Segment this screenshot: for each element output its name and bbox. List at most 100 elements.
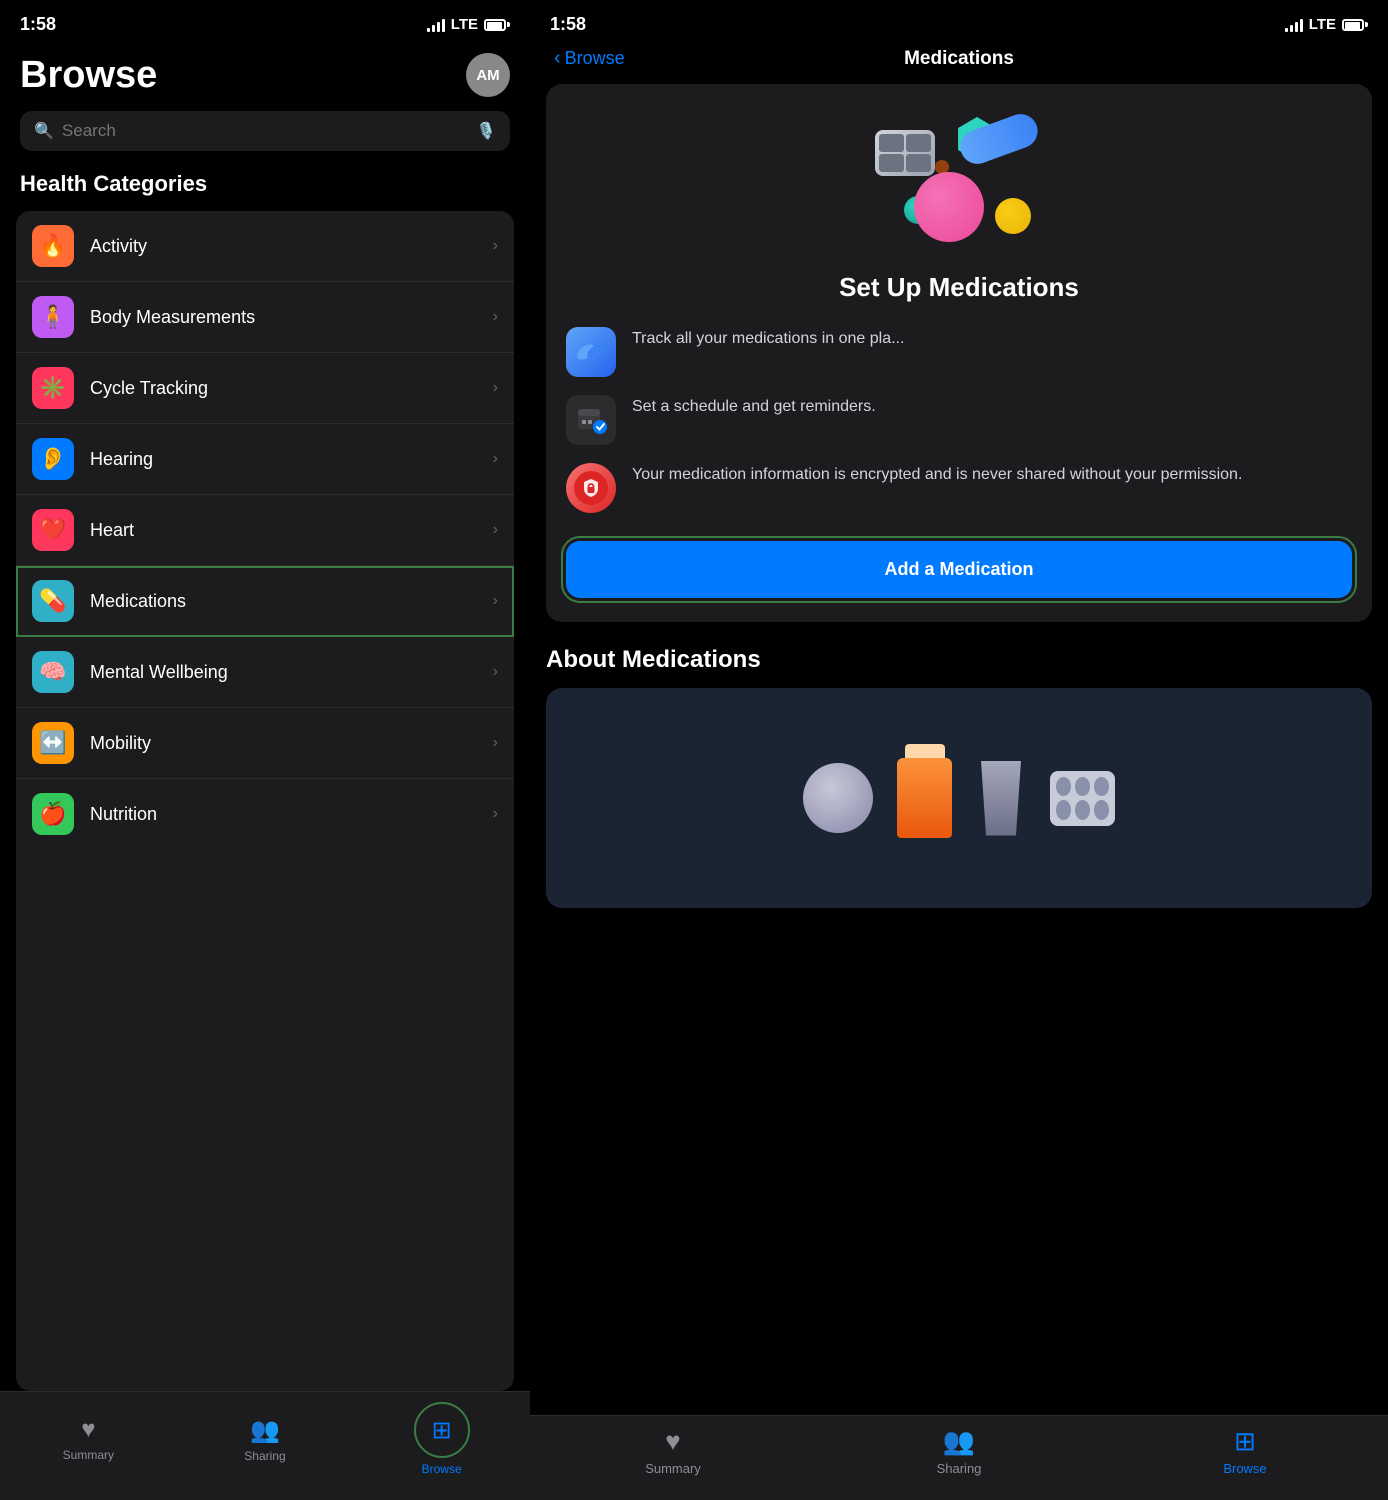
search-input[interactable]	[62, 121, 468, 141]
medications-icon: 💊	[32, 580, 74, 622]
signal-icon-right	[1285, 18, 1303, 32]
add-medication-button[interactable]: Add a Medication	[566, 541, 1352, 598]
about-item-sun	[803, 763, 873, 833]
heart-icon: ❤️	[32, 509, 74, 551]
tab-label-browse-right: Browse	[1223, 1461, 1266, 1476]
chevron-icon-cycle-tracking: ›	[493, 379, 498, 397]
tab-label-summary-right: Summary	[645, 1461, 701, 1476]
page-title-left: Browse	[20, 54, 157, 97]
chevron-icon-hearing: ›	[493, 450, 498, 468]
back-button[interactable]: ‹ Browse	[554, 47, 625, 70]
sidebar-item-medications[interactable]: 💊 Medications ›	[16, 566, 514, 637]
status-bar-left: 1:58 LTE	[0, 0, 530, 43]
right-content: Set Up Medications Track all your medica…	[530, 84, 1388, 1415]
feature-text-privacy: Your medication information is encrypted…	[632, 463, 1352, 487]
medicine-bottle-icon	[897, 758, 952, 838]
category-label-body-measurements: Body Measurements	[90, 307, 493, 328]
browse-tab-icon-right: ⊞	[1234, 1426, 1256, 1457]
back-label: Browse	[565, 48, 625, 69]
sidebar-item-mobility[interactable]: ↔️ Mobility ›	[16, 708, 514, 779]
about-item-pill-pack	[1050, 771, 1115, 826]
about-item-bottle	[897, 758, 952, 838]
feature-list: Track all your medications in one pla...	[566, 327, 1352, 513]
sidebar-item-activity[interactable]: 🔥 Activity ›	[16, 211, 514, 282]
yellow-pill-icon	[995, 198, 1031, 234]
health-categories-heading: Health Categories	[0, 171, 530, 211]
category-label-heart: Heart	[90, 520, 493, 541]
tablet-icon	[875, 130, 935, 176]
tab-label-sharing-left: Sharing	[244, 1449, 285, 1463]
sidebar-item-body-measurements[interactable]: 🧍 Body Measurements ›	[16, 282, 514, 353]
chevron-icon-mobility: ›	[493, 734, 498, 752]
nutrition-icon: 🍎	[32, 793, 74, 835]
status-icons-right: LTE	[1285, 16, 1368, 33]
hearing-icon: 👂	[32, 438, 74, 480]
sharing-tab-icon-right: 👥	[943, 1426, 975, 1457]
feature-item-privacy: Your medication information is encrypted…	[566, 463, 1352, 513]
feature-item-track: Track all your medications in one pla...	[566, 327, 1352, 377]
tab-summary-right[interactable]: ♥ Summary	[623, 1426, 723, 1476]
category-label-mental-wellbeing: Mental Wellbeing	[90, 662, 493, 683]
category-label-mobility: Mobility	[90, 733, 493, 754]
sidebar-item-nutrition[interactable]: 🍎 Nutrition ›	[16, 779, 514, 849]
tab-summary-left[interactable]: ♥ Summary	[53, 1416, 123, 1462]
time-left: 1:58	[20, 14, 56, 35]
left-panel: 1:58 LTE Browse AM 🔍 🎙️ Health Categorie…	[0, 0, 530, 1500]
search-bar[interactable]: 🔍 🎙️	[20, 111, 510, 151]
chevron-icon-mental-wellbeing: ›	[493, 663, 498, 681]
tab-browse-left[interactable]: ⊞ Browse	[407, 1402, 477, 1476]
tab-bar-right: ♥ Summary 👥 Sharing ⊞ Browse	[530, 1415, 1388, 1500]
back-chevron-icon: ‹	[554, 47, 561, 70]
sidebar-item-hearing[interactable]: 👂 Hearing ›	[16, 424, 514, 495]
setup-title: Set Up Medications	[839, 272, 1079, 303]
body-measurements-icon: 🧍	[32, 296, 74, 338]
heart-tab-icon-left: ♥	[81, 1416, 95, 1444]
signal-icon-left	[427, 18, 445, 32]
sun-icon	[803, 763, 873, 833]
category-label-nutrition: Nutrition	[90, 804, 493, 825]
sidebar-item-mental-wellbeing[interactable]: 🧠 Mental Wellbeing ›	[16, 637, 514, 708]
sidebar-item-heart[interactable]: ❤️ Heart ›	[16, 495, 514, 566]
cycle-tracking-icon: ✳️	[32, 367, 74, 409]
about-medications-card	[546, 688, 1372, 908]
about-item-glass	[976, 761, 1026, 836]
browse-tab-icon-left: ⊞	[414, 1402, 470, 1458]
pill-pack-icon	[1050, 771, 1115, 826]
network-label-right: LTE	[1309, 16, 1336, 33]
avatar[interactable]: AM	[466, 53, 510, 97]
mobility-icon: ↔️	[32, 722, 74, 764]
mental-wellbeing-icon: 🧠	[32, 651, 74, 693]
header-left: Browse AM	[0, 43, 530, 111]
feature-text-schedule: Set a schedule and get reminders.	[632, 395, 1352, 419]
mic-icon[interactable]: 🎙️	[476, 121, 496, 141]
nav-bar-right: ‹ Browse Medications	[530, 43, 1388, 84]
category-label-cycle-tracking: Cycle Tracking	[90, 378, 493, 399]
network-label-left: LTE	[451, 16, 478, 33]
search-icon: 🔍	[34, 121, 54, 141]
sharing-tab-icon-left: 👥	[250, 1416, 280, 1445]
tab-sharing-left[interactable]: 👥 Sharing	[230, 1416, 300, 1463]
medications-setup-card: Set Up Medications Track all your medica…	[546, 84, 1372, 622]
summary-tab-icon-right: ♥	[665, 1426, 680, 1457]
schedule-feature-icon	[566, 395, 616, 445]
tab-browse-right[interactable]: ⊞ Browse	[1195, 1426, 1295, 1476]
status-bar-right: 1:58 LTE	[530, 0, 1388, 43]
battery-icon-right	[1342, 19, 1368, 31]
feature-text-track: Track all your medications in one pla...	[632, 327, 1352, 351]
medications-illustration	[859, 112, 1059, 252]
time-right: 1:58	[550, 14, 586, 35]
categories-list: 🔥 Activity › 🧍 Body Measurements › ✳️ Cy…	[16, 211, 514, 1391]
category-label-hearing: Hearing	[90, 449, 493, 470]
activity-icon: 🔥	[32, 225, 74, 267]
chevron-icon-activity: ›	[493, 237, 498, 255]
tab-bar-left: ♥ Summary 👥 Sharing ⊞ Browse	[0, 1391, 530, 1500]
sidebar-item-cycle-tracking[interactable]: ✳️ Cycle Tracking ›	[16, 353, 514, 424]
chevron-icon-nutrition: ›	[493, 805, 498, 823]
pink-pill-icon	[914, 172, 984, 242]
category-label-activity: Activity	[90, 236, 493, 257]
about-section-title: About Medications	[546, 646, 1372, 674]
track-feature-icon	[566, 327, 616, 377]
tab-sharing-right[interactable]: 👥 Sharing	[909, 1426, 1009, 1476]
tab-label-browse-left: Browse	[422, 1462, 462, 1476]
chevron-icon-medications: ›	[493, 592, 498, 610]
